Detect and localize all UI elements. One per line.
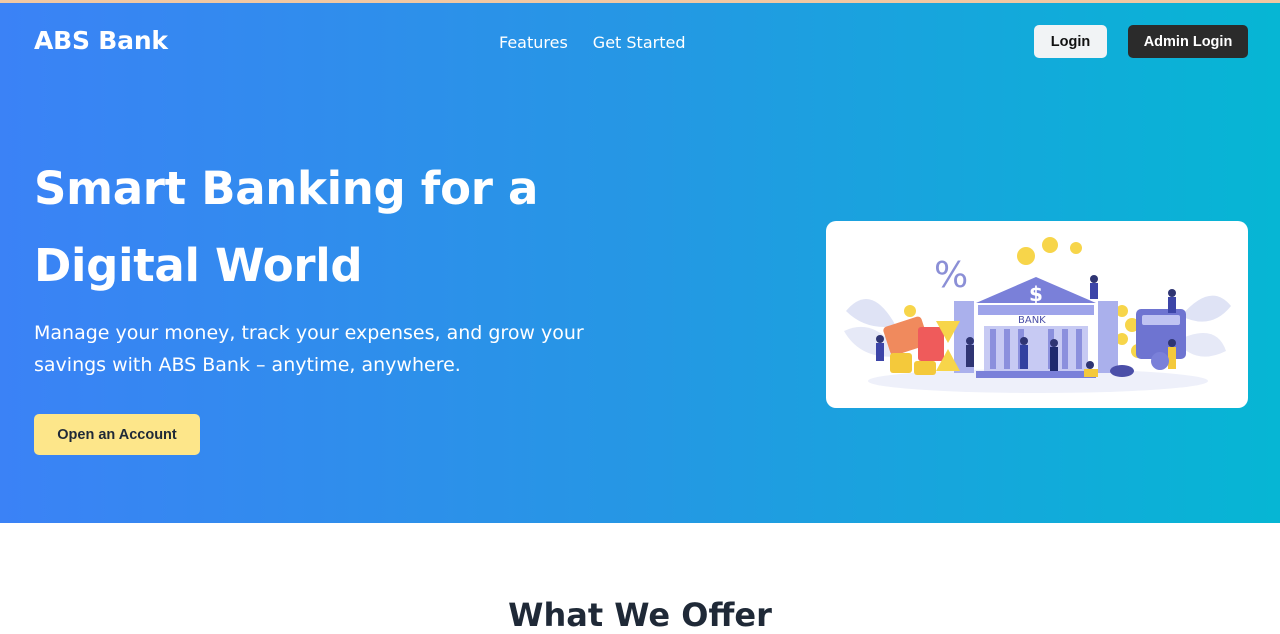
login-button[interactable]: Login xyxy=(1034,25,1107,58)
person-icon xyxy=(1086,361,1094,369)
top-edge-line xyxy=(0,0,1280,3)
coin-stack-icon xyxy=(914,361,936,375)
hero-headline: Smart Banking for a Digital World xyxy=(34,162,539,292)
coin-icon xyxy=(1017,247,1035,265)
bank-sign: BANK xyxy=(1018,315,1046,326)
bank-wing-right xyxy=(1098,301,1118,373)
percent-icon: % xyxy=(934,255,968,296)
main-nav: Features Get Started xyxy=(499,33,685,52)
calculator-screen xyxy=(1142,315,1180,325)
person-icon xyxy=(1090,275,1098,283)
person-icon xyxy=(1050,347,1058,371)
hero-section: ABS Bank Features Get Started Login Admi… xyxy=(0,0,1280,523)
person-icon xyxy=(966,337,974,345)
hero-subtext: Manage your money, track your expenses, … xyxy=(34,322,584,376)
coin-icon xyxy=(1042,237,1058,253)
bank-illustration-card: % $ BANK xyxy=(826,221,1248,408)
leaf-icon xyxy=(1181,295,1231,322)
dollar-icon: $ xyxy=(1029,282,1043,306)
bank-column xyxy=(1004,329,1010,369)
person-icon xyxy=(1084,369,1098,377)
bank-column xyxy=(1062,329,1068,369)
bank-steps xyxy=(976,371,1096,378)
person-icon xyxy=(1020,337,1028,345)
person-icon xyxy=(1090,283,1098,299)
coin-icon xyxy=(904,305,916,317)
open-account-button[interactable]: Open an Account xyxy=(34,414,200,455)
admin-login-button[interactable]: Admin Login xyxy=(1128,25,1248,58)
person-icon xyxy=(966,345,974,367)
person-icon xyxy=(1168,289,1176,297)
person-icon xyxy=(876,343,884,361)
coin-icon xyxy=(1070,242,1082,254)
money-bag-icon xyxy=(1151,352,1169,370)
person-icon xyxy=(1168,347,1176,369)
bank-illustration: % $ BANK xyxy=(844,237,1231,393)
what-we-offer-title: What We Offer xyxy=(508,596,772,634)
coin-stack-icon xyxy=(890,353,912,373)
person-icon xyxy=(1050,339,1058,347)
bank-column xyxy=(990,329,996,369)
bank-column xyxy=(1076,329,1082,369)
bank-facade xyxy=(984,326,1088,371)
person-icon xyxy=(876,335,884,343)
person-icon xyxy=(1020,345,1028,369)
person-icon xyxy=(1168,339,1176,347)
coin-pile-icon xyxy=(1110,365,1134,377)
leaf-icon xyxy=(846,299,896,327)
nav-link-get-started[interactable]: Get Started xyxy=(593,33,686,52)
person-icon xyxy=(1168,297,1176,313)
tag-icon xyxy=(918,327,944,361)
brand-logo[interactable]: ABS Bank xyxy=(34,26,168,55)
bank-cornice xyxy=(978,305,1094,315)
nav-link-features[interactable]: Features xyxy=(499,33,568,52)
